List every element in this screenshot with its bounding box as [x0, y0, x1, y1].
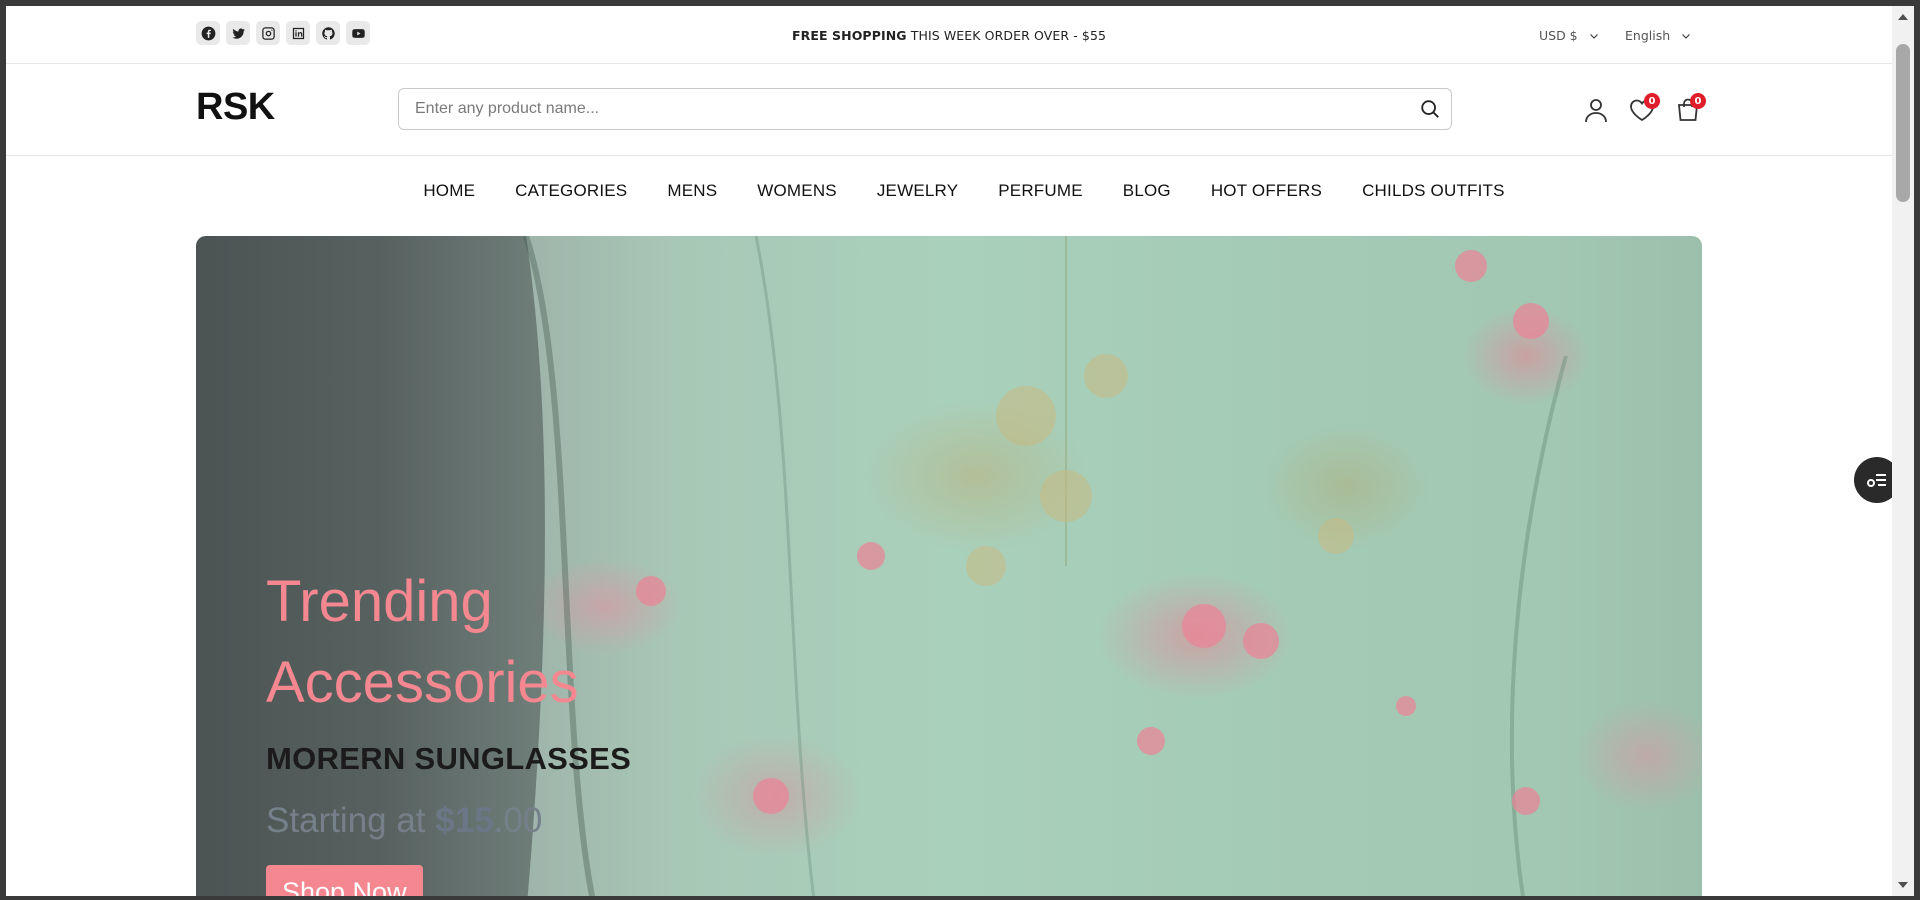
- chevron-down-icon: [1589, 33, 1598, 39]
- top-bar: FREE SHOPPING THIS WEEK ORDER OVER - $55…: [6, 6, 1892, 64]
- search-icon: [1421, 100, 1439, 118]
- search-bar: [398, 88, 1452, 130]
- hero-price: Starting at $15.00: [266, 801, 686, 841]
- price-amount: $15: [435, 801, 494, 840]
- nav-item-home[interactable]: HOME: [423, 181, 475, 201]
- currency-select[interactable]: USD $: [1539, 28, 1600, 43]
- currency-value: USD $: [1539, 28, 1578, 43]
- search-button[interactable]: [1409, 89, 1451, 129]
- filter-list-icon: [1867, 474, 1886, 487]
- nav-item-blog[interactable]: BLOG: [1123, 181, 1171, 201]
- language-value: English: [1625, 28, 1671, 43]
- browser-viewport: FREE SHOPPING THIS WEEK ORDER OVER - $55…: [6, 6, 1892, 896]
- chevron-down-icon: [1682, 33, 1691, 39]
- main-header: RSK 0 0: [6, 64, 1892, 156]
- hero-copy: Trending Accessories MORERN SUNGLASSES S…: [266, 561, 686, 896]
- account-button[interactable]: [1582, 96, 1610, 124]
- header-actions: 0 0: [1582, 93, 1706, 124]
- scroll-up-arrow-icon[interactable]: [1898, 14, 1908, 20]
- hero-banner: Trending Accessories MORERN SUNGLASSES S…: [196, 236, 1702, 896]
- nav-item-perfume[interactable]: PERFUME: [998, 181, 1083, 201]
- promo-bold: FREE SHOPPING: [791, 28, 907, 43]
- price-prefix: Starting at: [266, 801, 436, 840]
- wishlist-button[interactable]: 0: [1628, 93, 1660, 124]
- hero-subtitle: MORERN SUNGLASSES: [266, 741, 632, 776]
- promo-text: THIS WEEK ORDER OVER - $55: [906, 28, 1107, 43]
- scroll-thumb[interactable]: [1896, 44, 1910, 202]
- site-logo[interactable]: RSK: [196, 86, 275, 129]
- shop-now-button[interactable]: Shop Now: [266, 865, 423, 896]
- price-decimal: .00: [493, 801, 543, 840]
- nav-item-categories[interactable]: CATEGORIES: [515, 181, 627, 201]
- nav-item-childs-outfits[interactable]: CHILDS OUTFITS: [1362, 181, 1505, 201]
- window-frame: [1914, 0, 1920, 900]
- side-panel-toggle[interactable]: [1854, 457, 1892, 503]
- scroll-down-arrow-icon[interactable]: [1898, 882, 1908, 888]
- user-icon: [1585, 99, 1607, 123]
- main-nav: HOME CATEGORIES MENS WOMENS JEWELRY PERF…: [6, 156, 1892, 236]
- nav-item-hot-offers[interactable]: HOT OFFERS: [1211, 181, 1322, 201]
- search-input[interactable]: [399, 89, 1409, 129]
- cart-count-badge: 0: [1690, 93, 1706, 109]
- cart-button[interactable]: 0: [1674, 93, 1706, 124]
- nav-item-jewelry[interactable]: JEWELRY: [877, 181, 958, 201]
- language-select[interactable]: English: [1625, 28, 1692, 43]
- promo-banner: FREE SHOPPING THIS WEEK ORDER OVER - $55: [6, 28, 1892, 43]
- page-scrollbar[interactable]: [1892, 6, 1914, 896]
- nav-item-mens[interactable]: MENS: [667, 181, 717, 201]
- nav-list: HOME CATEGORIES MENS WOMENS JEWELRY PERF…: [423, 181, 1504, 201]
- wishlist-count-badge: 0: [1644, 93, 1660, 109]
- nav-item-womens[interactable]: WOMENS: [757, 181, 837, 201]
- hero-title: Trending Accessories: [266, 569, 579, 715]
